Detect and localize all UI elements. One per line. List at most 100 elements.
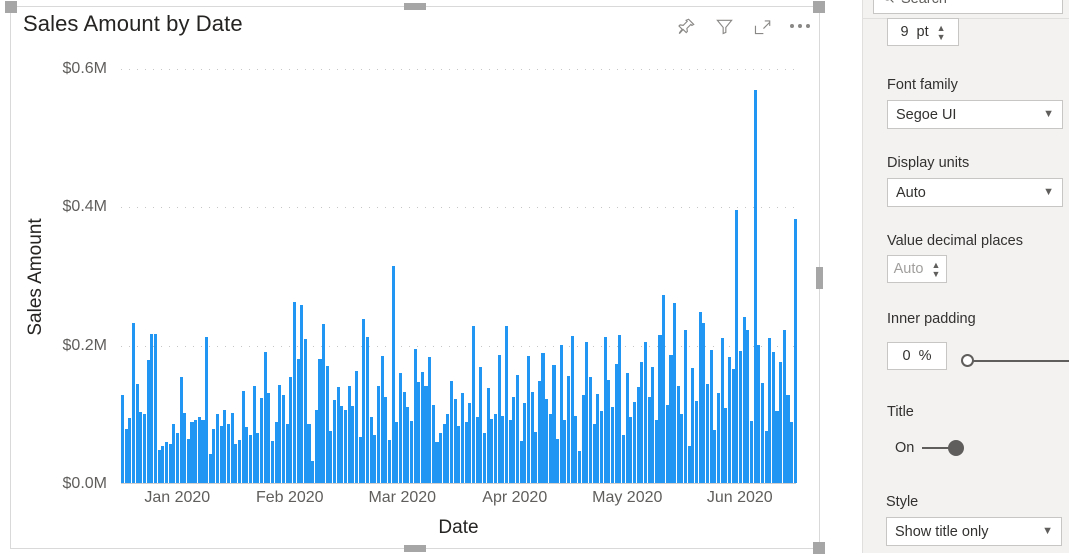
bar[interactable] bbox=[676, 385, 680, 483]
bar[interactable] bbox=[501, 416, 505, 483]
bar[interactable] bbox=[197, 416, 201, 483]
bar[interactable] bbox=[318, 358, 322, 483]
bar[interactable] bbox=[413, 349, 417, 483]
bar[interactable] bbox=[329, 430, 333, 483]
bar[interactable] bbox=[790, 422, 794, 483]
bar[interactable] bbox=[691, 368, 695, 483]
bar[interactable] bbox=[387, 440, 391, 483]
toggle-knob[interactable] bbox=[948, 440, 965, 456]
bar[interactable] bbox=[267, 392, 271, 483]
bar[interactable] bbox=[782, 329, 786, 483]
bar[interactable] bbox=[142, 414, 146, 483]
bar[interactable] bbox=[578, 451, 582, 483]
bar[interactable] bbox=[493, 414, 497, 483]
bar[interactable] bbox=[314, 409, 318, 483]
bar[interactable] bbox=[296, 358, 300, 483]
bar[interactable] bbox=[153, 333, 157, 483]
bar[interactable] bbox=[695, 400, 699, 483]
bar[interactable] bbox=[146, 359, 150, 483]
resize-handle-right-middle[interactable] bbox=[816, 266, 823, 289]
bar[interactable] bbox=[662, 294, 666, 483]
bar[interactable] bbox=[698, 311, 702, 483]
bar[interactable] bbox=[724, 408, 728, 483]
bar[interactable] bbox=[768, 338, 772, 483]
bar[interactable] bbox=[504, 325, 508, 483]
bar[interactable] bbox=[716, 392, 721, 483]
bar[interactable] bbox=[428, 357, 432, 483]
value-decimal-places-stepper[interactable]: ▲ ▼ bbox=[931, 260, 940, 278]
bar[interactable] bbox=[201, 420, 205, 483]
bar[interactable] bbox=[702, 322, 706, 483]
display-units-select[interactable]: Auto ▼ bbox=[887, 178, 1063, 207]
bar[interactable] bbox=[632, 401, 636, 483]
bar[interactable] bbox=[753, 89, 757, 483]
bar[interactable] bbox=[128, 418, 132, 483]
bar[interactable] bbox=[472, 326, 476, 483]
bar[interactable] bbox=[607, 379, 611, 483]
bar[interactable] bbox=[234, 444, 238, 483]
bar[interactable] bbox=[534, 431, 538, 483]
bar[interactable] bbox=[643, 341, 647, 483]
bar[interactable] bbox=[439, 432, 443, 483]
bar[interactable] bbox=[175, 433, 179, 483]
bar[interactable] bbox=[764, 431, 768, 483]
bar[interactable] bbox=[647, 397, 651, 483]
bar[interactable] bbox=[406, 407, 410, 483]
bar[interactable] bbox=[252, 386, 256, 483]
bar[interactable] bbox=[625, 372, 629, 483]
bar[interactable] bbox=[285, 424, 289, 483]
bar[interactable] bbox=[669, 354, 673, 483]
bar[interactable] bbox=[208, 454, 212, 483]
bar[interactable] bbox=[658, 335, 662, 483]
bar[interactable] bbox=[248, 435, 253, 483]
bar[interactable] bbox=[508, 419, 512, 483]
bar[interactable] bbox=[727, 357, 731, 483]
bar[interactable] bbox=[395, 421, 399, 483]
bar[interactable] bbox=[340, 405, 344, 483]
bar[interactable] bbox=[238, 440, 242, 483]
bar[interactable] bbox=[589, 376, 593, 483]
bar[interactable] bbox=[420, 371, 424, 483]
bar[interactable] bbox=[431, 405, 435, 483]
bar[interactable] bbox=[453, 398, 457, 483]
bar[interactable] bbox=[684, 329, 688, 483]
bar[interactable] bbox=[424, 386, 428, 483]
bar[interactable] bbox=[300, 304, 304, 483]
bar[interactable] bbox=[464, 422, 468, 483]
bar[interactable] bbox=[219, 426, 223, 483]
bar[interactable] bbox=[665, 405, 669, 483]
bar[interactable] bbox=[757, 345, 761, 483]
bar[interactable] bbox=[391, 265, 395, 483]
bar[interactable] bbox=[793, 218, 797, 483]
bar[interactable] bbox=[592, 424, 596, 483]
bar[interactable] bbox=[358, 436, 362, 483]
bar[interactable] bbox=[278, 385, 282, 483]
bar[interactable] bbox=[567, 376, 571, 483]
bar[interactable] bbox=[687, 445, 691, 483]
bar[interactable] bbox=[157, 449, 161, 483]
bar[interactable] bbox=[186, 438, 190, 483]
bar[interactable] bbox=[227, 424, 231, 483]
bar[interactable] bbox=[409, 420, 413, 483]
bar[interactable] bbox=[746, 329, 750, 483]
bar[interactable] bbox=[417, 382, 421, 483]
bar[interactable] bbox=[603, 337, 607, 483]
resize-handle-bottom-right[interactable] bbox=[813, 542, 825, 554]
bar[interactable] bbox=[735, 210, 739, 483]
font-size-stepper[interactable]: ▲ ▼ bbox=[937, 23, 946, 41]
bar[interactable] bbox=[322, 324, 326, 483]
bar[interactable] bbox=[610, 407, 614, 483]
bar[interactable] bbox=[376, 386, 380, 483]
bar[interactable] bbox=[771, 351, 775, 483]
bar[interactable] bbox=[654, 420, 658, 483]
bar[interactable] bbox=[548, 414, 552, 483]
bar[interactable] bbox=[786, 394, 790, 483]
bar[interactable] bbox=[205, 336, 209, 483]
bar[interactable] bbox=[311, 460, 315, 483]
bar[interactable] bbox=[362, 319, 366, 483]
bar[interactable] bbox=[731, 369, 735, 483]
bar[interactable] bbox=[183, 412, 187, 483]
bar[interactable] bbox=[241, 390, 245, 483]
bar[interactable] bbox=[179, 377, 183, 483]
bar[interactable] bbox=[124, 429, 128, 483]
